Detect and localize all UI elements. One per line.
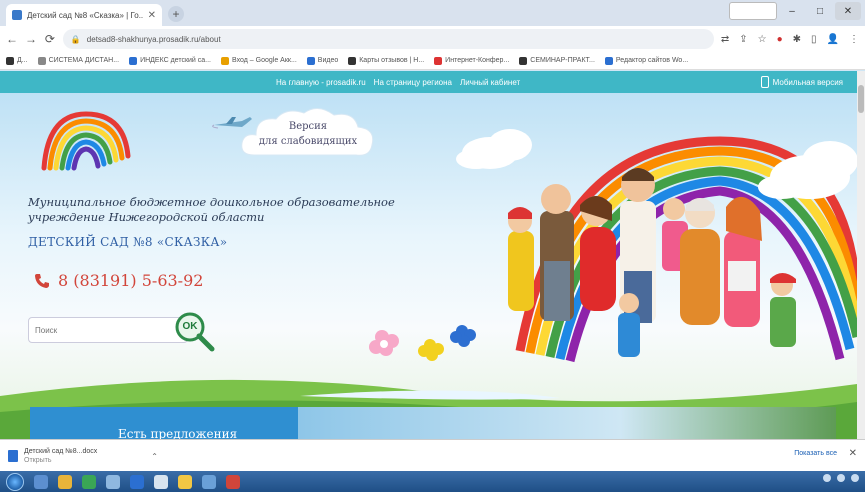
sidebar-icon[interactable]: ▯ <box>811 34 817 45</box>
suggestions-banner-text: Есть предложения <box>118 427 238 439</box>
forward-arrow-icon[interactable]: → <box>25 32 37 46</box>
bookmark-item[interactable]: Карты отзывов | Н... <box>348 56 424 65</box>
bookmark-item[interactable]: СЕМИНАР-ПРАКТ... <box>519 56 595 65</box>
bookmark-item[interactable]: Д... <box>6 56 28 65</box>
google-drive-icon <box>221 56 230 65</box>
mobile-phone-icon <box>760 76 769 88</box>
word-document-icon <box>8 450 18 462</box>
taskbar-chrome-icon[interactable] <box>154 474 168 489</box>
bookmark-item[interactable]: Вход – Google Акк... <box>221 56 297 65</box>
site-top-nav: На главную - prosadik.ru На страницу рег… <box>0 71 857 93</box>
bookmark-item[interactable]: Видео <box>306 56 338 65</box>
tab-title: Детский сад №8 «Сказка» | Го... <box>27 10 143 20</box>
mobile-version-label: Мобильная версия <box>772 77 843 87</box>
bookmark-item[interactable]: ИНДЕКС детский са... <box>129 56 211 65</box>
bookmark-favicon-icon <box>434 56 443 65</box>
accessibility-line2: для слабовидящих <box>258 136 358 147</box>
taskbar-explorer-icon[interactable] <box>34 474 48 489</box>
accessibility-line1: Версия <box>288 121 328 132</box>
show-all-downloads-link[interactable]: Показать все <box>794 450 837 457</box>
top-nav-links: На главную - prosadik.ru На страницу рег… <box>276 78 520 87</box>
taskbar-folder-icon[interactable] <box>58 474 72 489</box>
download-bar: Детский сад №8...docx Открыть ⌃ Показать… <box>0 439 865 471</box>
tray-volume-icon[interactable] <box>837 474 845 482</box>
browser-toolbar: ← → ⟳ 🔒 detsad8-shakhunya.prosadik.ru/ab… <box>0 26 865 52</box>
flowers-decoration <box>369 325 476 361</box>
bookmark-item[interactable]: Редактор сайтов Wo... <box>604 56 688 65</box>
bookmark-item[interactable]: Интернет-Конфер... <box>434 56 509 65</box>
web-page: На главную - prosadik.ru На страницу рег… <box>0 71 857 439</box>
nav-link-home[interactable]: На главную - prosadik.ru <box>276 78 366 87</box>
magnifier-icon <box>175 312 215 352</box>
bookmark-favicon-icon <box>519 56 528 65</box>
download-file-name: Детский сад №8...docx <box>24 448 98 455</box>
taskbar-word-icon[interactable] <box>130 474 144 489</box>
tray-battery-icon[interactable] <box>851 474 859 482</box>
scrollbar-thumb[interactable] <box>858 85 864 113</box>
extension-opera-icon[interactable]: ● <box>777 34 783 45</box>
star-icon[interactable]: ☆ <box>758 34 767 45</box>
close-download-bar-icon[interactable]: ✕ <box>849 448 857 459</box>
tab-bar: Детский сад №8 «Сказка» | Го... ✕ + – □ … <box>0 0 865 26</box>
address-text: detsad8-shakhunya.prosadik.ru/about <box>86 34 221 44</box>
search-ok-label: OK <box>182 321 198 332</box>
bookmark-favicon-icon <box>37 56 46 65</box>
back-arrow-icon[interactable]: ← <box>6 32 18 46</box>
tray-network-icon[interactable] <box>823 474 831 482</box>
rainbow-logo[interactable] <box>38 108 134 172</box>
landscape-banner <box>298 407 836 439</box>
taskbar-app-icon[interactable] <box>82 474 96 489</box>
taskbar-app-icon[interactable] <box>226 474 240 489</box>
organization-name: Муниципальное бюджетное дошкольное образ… <box>28 195 395 224</box>
download-item[interactable]: Детский сад №8...docx Открыть ⌃ <box>8 444 158 468</box>
bookmark-favicon-icon <box>348 56 357 65</box>
account-icon[interactable]: 👤 <box>827 34 839 45</box>
bookmark-favicon-icon <box>6 56 14 65</box>
translate-icon[interactable]: ⇄ <box>721 34 729 45</box>
close-window-button[interactable]: ✕ <box>835 2 861 20</box>
address-bar[interactable]: 🔒 detsad8-shakhunya.prosadik.ru/about <box>62 29 714 49</box>
download-status: Открыть <box>24 457 52 464</box>
window-controls: – □ ✕ <box>729 2 861 20</box>
bookmark-item[interactable]: СИСТЕМА ДИСТАН... <box>37 56 119 65</box>
chevron-up-icon[interactable]: ⌃ <box>151 452 158 461</box>
bookmark-favicon-icon <box>129 56 138 65</box>
taskbar-app-icon[interactable] <box>202 474 216 489</box>
browser-tab[interactable]: Детский сад №8 «Сказка» | Го... ✕ <box>6 4 162 26</box>
site-favicon-icon <box>12 10 22 20</box>
lock-icon: 🔒 <box>70 34 81 44</box>
extensions-puzzle-icon[interactable]: ✱ <box>793 34 801 45</box>
system-tray <box>823 474 859 482</box>
nav-link-cabinet[interactable]: Личный кабинет <box>460 78 520 87</box>
maximize-button[interactable]: □ <box>807 2 833 20</box>
nav-link-region[interactable]: На страницу региона <box>374 78 452 87</box>
accessibility-version-button[interactable]: Версия для слабовидящих <box>238 105 378 167</box>
minimize-button[interactable]: – <box>779 2 805 20</box>
mobile-version-link[interactable]: Мобильная версия <box>760 76 843 88</box>
start-button[interactable] <box>6 472 24 491</box>
suggestions-banner[interactable]: Есть предложения <box>30 407 298 439</box>
taskbar-app-icon[interactable] <box>106 474 120 489</box>
phone-icon <box>35 273 49 288</box>
phone-number-text: 8 (83191) 5-63-92 <box>58 271 204 290</box>
phone-number[interactable]: 8 (83191) 5-63-92 <box>34 271 203 290</box>
kindergarten-name: ДЕТСКИЙ САД №8 «СКАЗКА» <box>28 235 228 249</box>
menu-kebab-icon[interactable]: ⋮ <box>849 34 859 45</box>
windows-taskbar <box>0 471 865 492</box>
share-icon[interactable]: ⇪ <box>739 34 747 45</box>
search-ok-button[interactable]: OK <box>174 311 216 353</box>
site-search-input[interactable] <box>28 317 188 343</box>
tab-close-icon[interactable]: ✕ <box>148 10 156 21</box>
page-scrollbar[interactable] <box>857 71 865 439</box>
bookmarks-bar: Д... СИСТЕМА ДИСТАН... ИНДЕКС детский са… <box>0 52 865 70</box>
taskbar-app-icon[interactable] <box>178 474 192 489</box>
reload-icon[interactable]: ⟳ <box>44 32 56 46</box>
bookmark-favicon-icon <box>604 56 613 65</box>
family-illustration <box>456 129 857 363</box>
new-tab-button[interactable]: + <box>168 6 184 22</box>
toolbar-icons: ⇄ ⇪ ☆ ● ✱ ▯ 👤 ⋮ <box>721 34 859 45</box>
video-icon <box>306 56 315 65</box>
profile-chip[interactable] <box>729 2 777 20</box>
